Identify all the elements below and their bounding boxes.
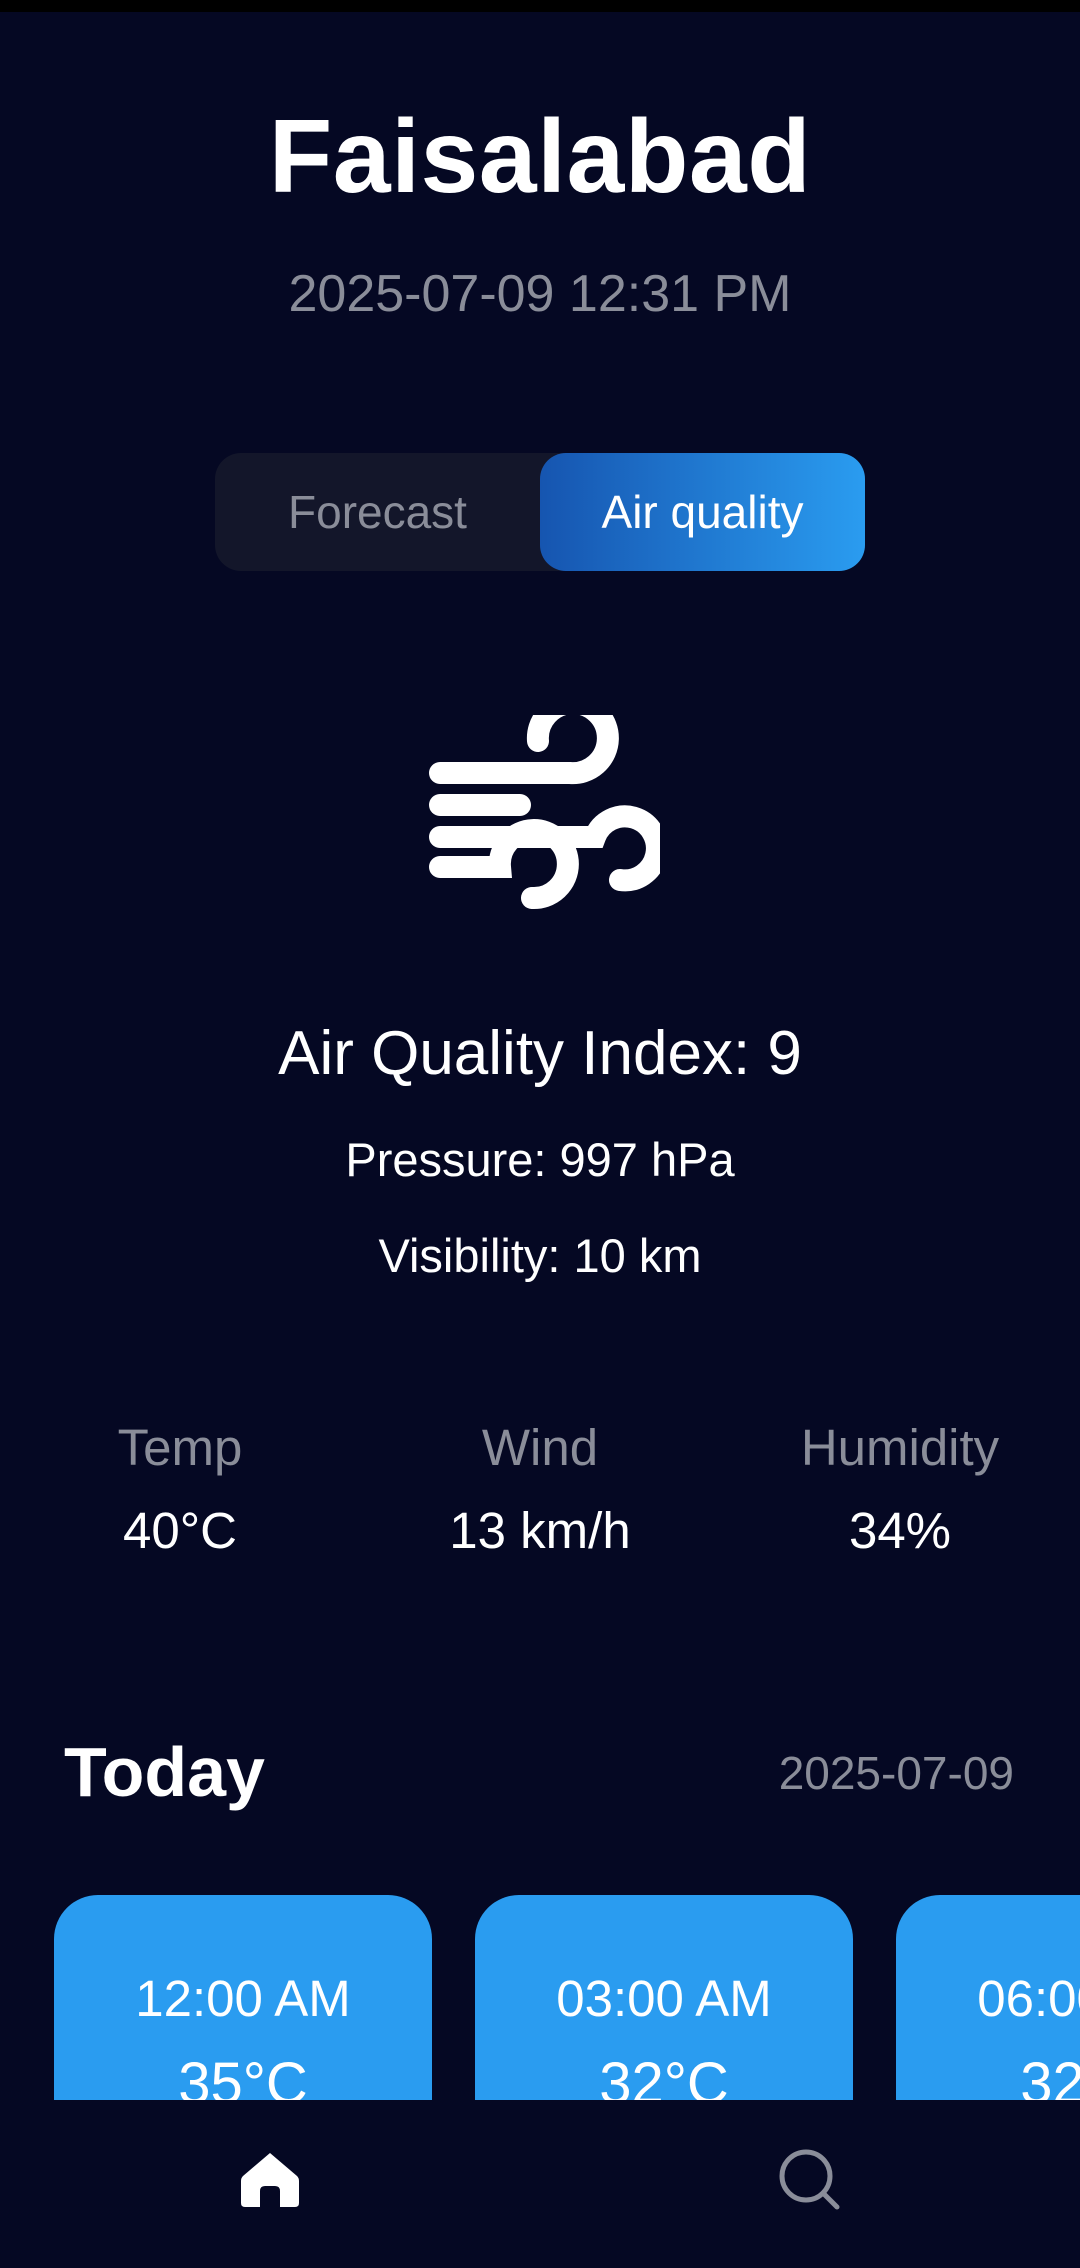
home-icon — [241, 2153, 299, 2207]
stat-wind: Wind 13 km/h — [360, 1418, 720, 1560]
stat-label: Temp — [117, 1419, 243, 1476]
status-bar — [0, 0, 1080, 12]
view-toggle: Forecast Air quality — [215, 453, 865, 571]
hourly-time: 12:00 AM — [135, 1970, 351, 2027]
stat-temp: Temp 40°C — [0, 1418, 360, 1560]
stat-value: 13 km/h — [449, 1502, 631, 1559]
tab-forecast[interactable]: Forecast — [215, 453, 540, 571]
pressure-reading: Pressure: 997 hPa — [345, 1133, 735, 1186]
wind-icon — [429, 715, 660, 910]
stat-label: Wind — [481, 1419, 599, 1476]
today-date: 2025-07-09 — [778, 1747, 1014, 1799]
hourly-card[interactable]: 03:00 AM 32°C — [475, 1895, 853, 2100]
stat-label: Humidity — [800, 1419, 1000, 1476]
search-icon — [779, 2149, 840, 2210]
visibility-reading: Visibility: 10 km — [378, 1229, 702, 1282]
hourly-card[interactable]: 06:00 AM 32°C — [896, 1895, 1080, 2100]
air-quality-index: Air Quality Index: 9 — [278, 1019, 802, 1088]
stat-value: 34% — [848, 1502, 952, 1559]
current-datetime: 2025-07-09 12:31 PM — [288, 265, 792, 323]
stat-humidity: Humidity 34% — [720, 1418, 1080, 1560]
hourly-forecast-list[interactable]: 12:00 AM 35°C 03:00 AM 32°C 06:00 AM 32°… — [0, 1895, 1080, 2100]
weather-screen: Faisalabad 2025-07-09 12:31 PM Forecast … — [0, 0, 1080, 2268]
hourly-temp: 32°C — [599, 2051, 729, 2100]
bottom-navigation — [0, 2100, 1080, 2268]
hourly-temp: 35°C — [178, 2051, 308, 2100]
hourly-time: 06:00 AM — [977, 1970, 1080, 2027]
stat-value: 40°C — [123, 1502, 237, 1559]
city-title: Faisalabad — [268, 99, 812, 215]
today-heading: Today — [64, 1733, 265, 1811]
nav-search-button[interactable] — [770, 2140, 850, 2220]
hourly-card[interactable]: 12:00 AM 35°C — [54, 1895, 432, 2100]
hourly-time: 03:00 AM — [556, 1970, 772, 2027]
hourly-temp: 32°C — [1020, 2051, 1080, 2100]
tab-air-quality[interactable]: Air quality — [540, 453, 865, 571]
nav-home-button[interactable] — [230, 2140, 310, 2220]
